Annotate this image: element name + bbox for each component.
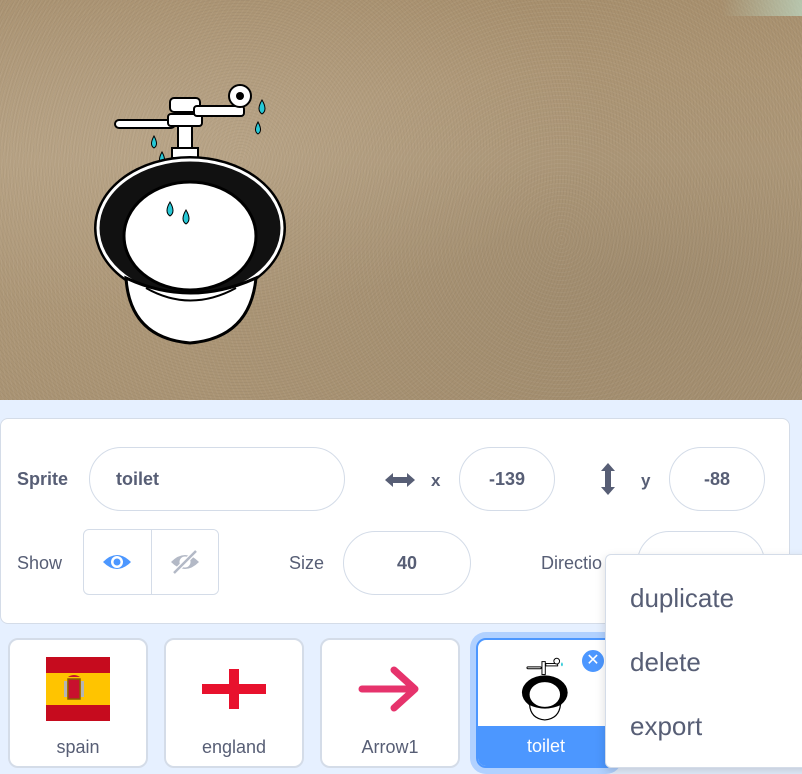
toilet-icon [521, 657, 568, 721]
hide-button[interactable] [150, 530, 218, 594]
y-position-input[interactable]: -88 [669, 447, 765, 511]
x-label: x [431, 471, 441, 490]
england-flag-icon [202, 669, 266, 709]
arrow-thumbnail [322, 654, 458, 724]
sprite-tile-label: england [201, 737, 267, 757]
menu-item-export[interactable]: export [630, 711, 702, 742]
size-input[interactable]: 40 [343, 531, 471, 595]
visibility-toggle [83, 529, 219, 595]
menu-item-duplicate[interactable]: duplicate [630, 583, 734, 614]
sprite-tile-england[interactable]: england [164, 638, 304, 768]
show-label: Show [17, 553, 63, 573]
horizontal-arrows-icon [385, 473, 415, 487]
sprite-tile-label: spain [56, 737, 100, 757]
eye-icon [103, 555, 132, 569]
sprite-tile-label: Arrow1 [361, 737, 419, 757]
sprite-name-input[interactable]: toilet [89, 447, 345, 511]
show-button[interactable] [84, 530, 151, 594]
england-flag-thumbnail [166, 654, 302, 724]
delete-sprite-button[interactable]: ✕ [580, 648, 606, 674]
sprite-label: Sprite [17, 469, 69, 489]
direction-label: Directio [541, 553, 603, 573]
menu-item-delete[interactable]: delete [630, 647, 701, 678]
sprite-context-menu: duplicate delete export [605, 554, 802, 768]
sprite-tile-arrow1[interactable]: Arrow1 [320, 638, 460, 768]
stage[interactable] [0, 0, 802, 400]
sprite-tile-toilet[interactable]: ✕ toilet [476, 638, 616, 768]
sprite-tile-label: toilet [478, 726, 614, 766]
spain-flag-thumbnail [10, 654, 146, 724]
scratch-editor: Sprite toilet x -139 y -88 Show Size 40 … [0, 0, 802, 774]
right-arrow-icon [358, 666, 419, 712]
toilet-sprite[interactable] [90, 78, 300, 348]
size-label: Size [289, 553, 325, 573]
x-position-input[interactable]: -139 [459, 447, 555, 511]
vertical-arrows-icon [601, 463, 615, 495]
y-label: y [641, 471, 651, 490]
eye-slash-icon [170, 549, 199, 575]
spain-flag-icon [46, 657, 110, 721]
sprite-tile-spain[interactable]: spain [8, 638, 148, 768]
close-icon: ✕ [586, 652, 600, 669]
stage-highlight [722, 0, 802, 16]
